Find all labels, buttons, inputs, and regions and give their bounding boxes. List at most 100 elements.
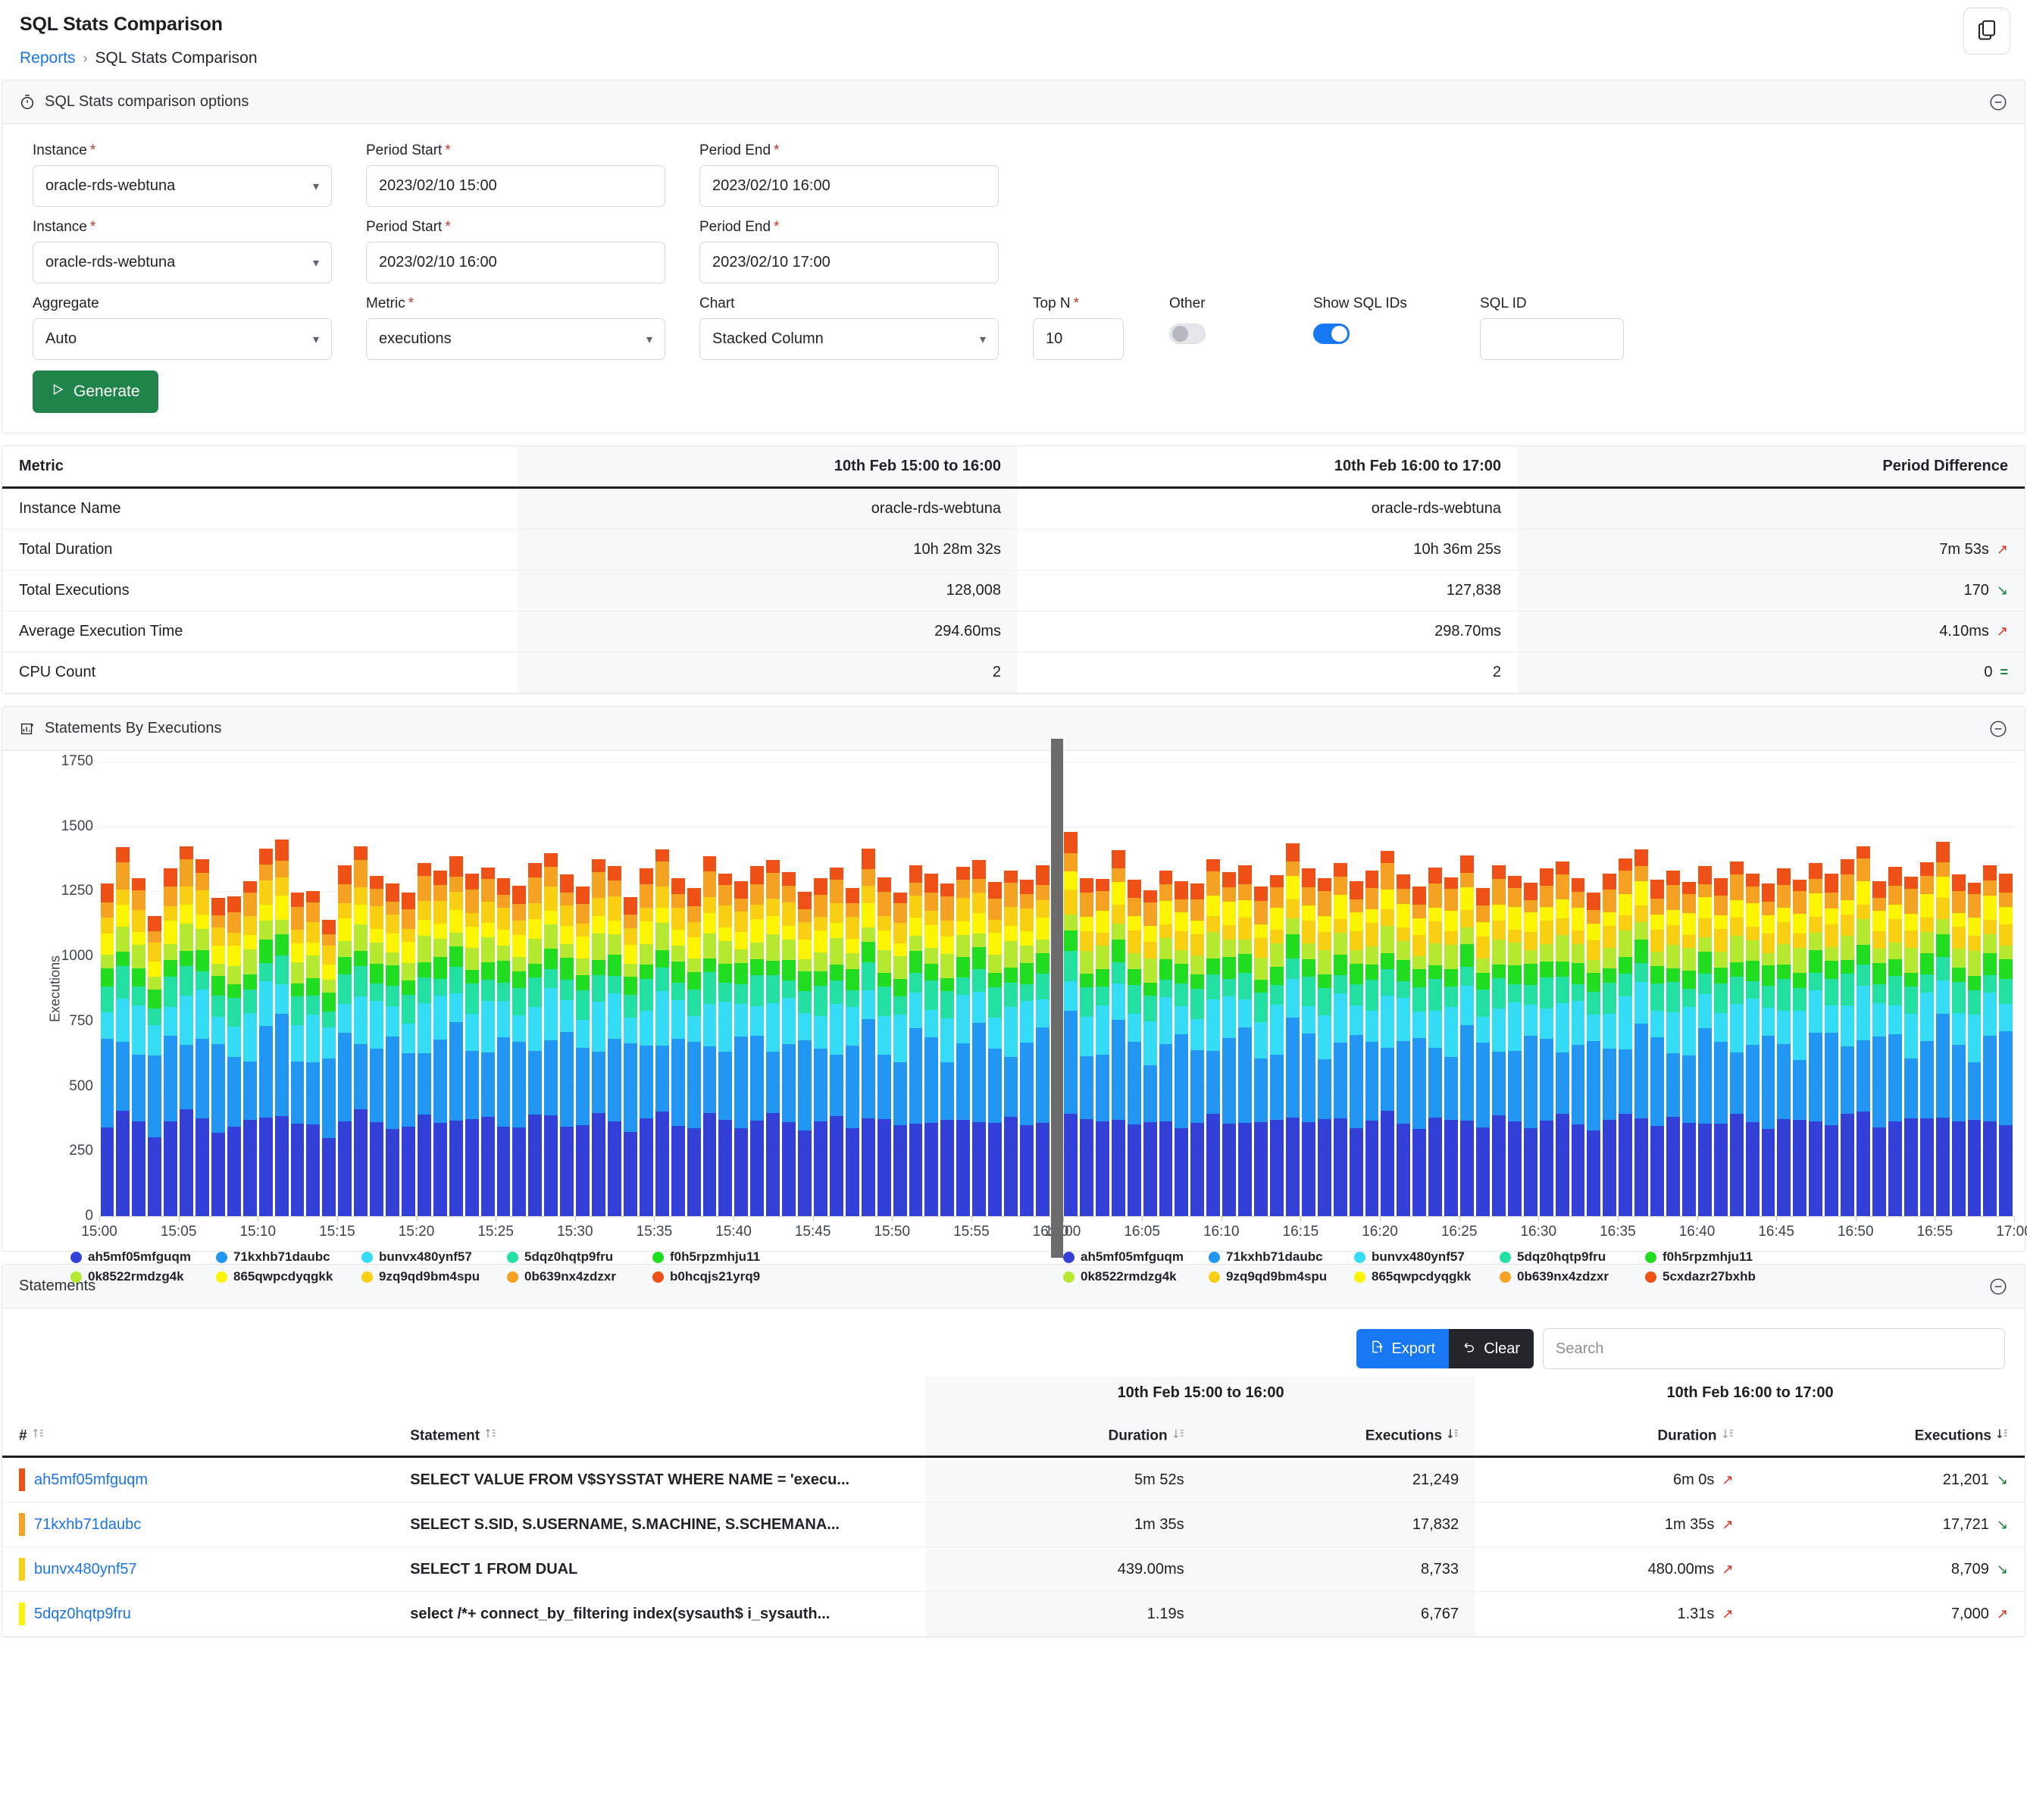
chart-bar[interactable] xyxy=(1681,882,1696,1216)
chart-bar[interactable] xyxy=(433,871,447,1216)
period-start-2-input[interactable]: 2023/02/10 16:00 xyxy=(366,242,665,283)
chart-bar[interactable] xyxy=(1713,877,1728,1216)
chart-bar[interactable] xyxy=(306,890,321,1216)
chart-bar[interactable] xyxy=(1064,832,1078,1216)
chart-bar[interactable] xyxy=(1222,871,1237,1216)
chart-legend-item[interactable]: 0b639nx4zdzxr xyxy=(1500,1269,1645,1284)
chart-bar[interactable] xyxy=(1428,867,1443,1216)
chart-legend-item[interactable]: 71kxhb71daubc xyxy=(216,1249,361,1265)
chart-bar[interactable] xyxy=(829,867,843,1216)
chart-bar[interactable] xyxy=(354,846,368,1216)
chart-bar[interactable] xyxy=(956,866,971,1216)
chart-legend-item[interactable]: 865qwpcdyqgkk xyxy=(216,1269,361,1284)
chart-bar[interactable] xyxy=(1397,874,1411,1216)
chart-legend-item[interactable]: 865qwpcdyqgkk xyxy=(1354,1269,1500,1284)
chart-select[interactable]: Stacked Column ▾ xyxy=(699,318,999,360)
chart-bar[interactable] xyxy=(1951,874,1966,1216)
chart-bar[interactable] xyxy=(750,865,765,1216)
chart-bar[interactable] xyxy=(449,856,463,1216)
chart-legend-item[interactable]: 9zq9qd9bm4spu xyxy=(1209,1269,1354,1284)
chart-bar[interactable] xyxy=(322,920,336,1216)
chart-legend-item[interactable]: 5dqz0hqtp9fru xyxy=(1500,1249,1645,1265)
chart-bar[interactable] xyxy=(1523,882,1537,1216)
chart-bar[interactable] xyxy=(1035,865,1049,1216)
export-button[interactable]: Export xyxy=(1356,1329,1450,1368)
chart-bar[interactable] xyxy=(148,916,162,1216)
col-duration-period-2[interactable]: Duration xyxy=(1475,1417,1750,1457)
chart-bar[interactable] xyxy=(1745,873,1760,1216)
sql-id-input[interactable] xyxy=(1480,318,1624,360)
instance-2-select[interactable]: oracle-rds-webtuna ▾ xyxy=(33,242,332,283)
chart-bar[interactable] xyxy=(417,863,431,1216)
chart-bar[interactable] xyxy=(988,881,1003,1216)
chart-bar[interactable] xyxy=(671,878,685,1216)
chart-bar[interactable] xyxy=(1919,862,1934,1216)
chart-bar[interactable] xyxy=(512,885,527,1216)
chart-bar[interactable] xyxy=(1381,850,1395,1216)
chart-bar[interactable] xyxy=(1111,849,1125,1216)
chart-bar[interactable] xyxy=(465,874,479,1216)
chart-bar[interactable] xyxy=(402,893,415,1216)
copy-button[interactable] xyxy=(1963,8,2010,55)
chart-legend-item[interactable]: bunvx480ynf57 xyxy=(361,1249,507,1265)
chart-bar[interactable] xyxy=(1175,880,1189,1216)
chart-bar[interactable] xyxy=(386,883,400,1216)
chart-bar[interactable] xyxy=(196,858,209,1216)
chart-bar[interactable] xyxy=(496,878,511,1216)
generate-button[interactable]: Generate xyxy=(33,371,158,413)
chart-bar[interactable] xyxy=(766,859,780,1216)
chart-bar[interactable] xyxy=(1857,846,1871,1216)
topn-input[interactable]: 10 xyxy=(1033,318,1124,360)
chart-bar[interactable] xyxy=(924,874,939,1216)
chart-legend-item[interactable]: bunvx480ynf57 xyxy=(1354,1249,1500,1265)
chart-bar[interactable] xyxy=(560,874,574,1216)
minus-circle-icon[interactable] xyxy=(1988,719,2008,739)
chart-bar[interactable] xyxy=(1793,879,1807,1216)
chart-bar[interactable] xyxy=(909,865,923,1216)
chart-bar[interactable] xyxy=(702,856,717,1216)
chart-bar[interactable] xyxy=(1841,858,1855,1216)
chart-bar[interactable] xyxy=(1650,880,1665,1216)
sql-id-link[interactable]: bunvx480ynf57 xyxy=(34,1561,137,1578)
sql-id-link[interactable]: 5dqz0hqtp9fru xyxy=(34,1606,131,1623)
statement-text-cell[interactable]: select /*+ connect_by_filtering index(sy… xyxy=(393,1592,926,1637)
chart-legend-item[interactable]: 0k8522rmdzg4k xyxy=(1063,1269,1209,1284)
chart-bar[interactable] xyxy=(1666,871,1680,1216)
chart-bar[interactable] xyxy=(100,883,114,1216)
chart-bar[interactable] xyxy=(1095,879,1109,1216)
chart-bar[interactable] xyxy=(290,893,305,1216)
chart-bar[interactable] xyxy=(592,858,605,1216)
chart-bar[interactable] xyxy=(687,888,701,1216)
chart-bar[interactable] xyxy=(1983,865,1997,1216)
chart-bar[interactable] xyxy=(1460,855,1474,1216)
chart-bar[interactable] xyxy=(1475,887,1490,1216)
chart-bar[interactable] xyxy=(861,849,875,1216)
chart-bar[interactable] xyxy=(655,849,669,1216)
chart-legend-item[interactable]: 0b639nx4zdzxr xyxy=(507,1269,652,1284)
chart-bar[interactable] xyxy=(1697,865,1712,1216)
chart-bar[interactable] xyxy=(258,848,273,1216)
breadcrumb-reports-link[interactable]: Reports xyxy=(20,49,76,67)
chart-bar[interactable] xyxy=(734,881,749,1216)
chart-bar[interactable] xyxy=(1729,862,1744,1216)
chart-bar[interactable] xyxy=(1412,886,1427,1216)
chart-bar[interactable] xyxy=(1019,879,1034,1216)
chart-bar[interactable] xyxy=(623,897,637,1216)
col-executions-period-1[interactable]: Executions xyxy=(1200,1417,1476,1457)
chart-legend-item[interactable]: b0hcqjs21yrq9 xyxy=(652,1269,798,1284)
chart-bar[interactable] xyxy=(1254,887,1268,1216)
chart-bar[interactable] xyxy=(1539,868,1553,1216)
chart-bar[interactable] xyxy=(1301,868,1315,1216)
chart-bar[interactable] xyxy=(877,877,891,1216)
chart-bar[interactable] xyxy=(1190,883,1205,1216)
chart-bar[interactable] xyxy=(1888,867,1902,1216)
search-input[interactable] xyxy=(1543,1328,2005,1369)
period-end-1-input[interactable]: 2023/02/10 16:00 xyxy=(699,165,999,207)
other-toggle[interactable] xyxy=(1169,324,1206,344)
chart-bar[interactable] xyxy=(1967,882,1982,1216)
chart-legend-item[interactable]: f0h5rpzmhju11 xyxy=(1645,1249,1791,1265)
chart-bar[interactable] xyxy=(1143,890,1157,1216)
chart-bar[interactable] xyxy=(576,887,590,1216)
minus-circle-icon[interactable] xyxy=(1988,92,2008,112)
period-end-2-input[interactable]: 2023/02/10 17:00 xyxy=(699,242,999,283)
